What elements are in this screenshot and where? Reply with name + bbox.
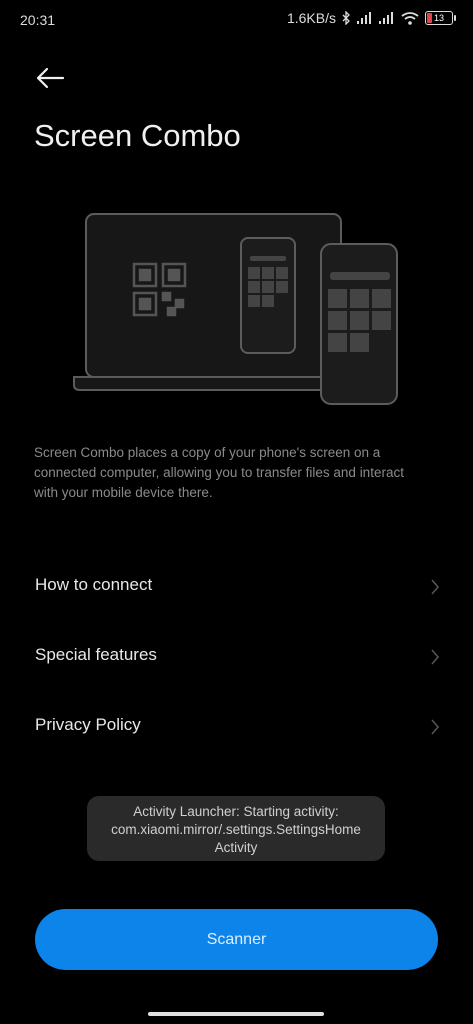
menu-item-how-to-connect[interactable]: How to connect [0,559,473,615]
back-arrow-icon [36,67,65,89]
toast-line: com.xiaomi.mirror/.settings.SettingsHome [111,822,361,837]
scanner-button[interactable]: Scanner [35,909,438,970]
phone-icon [320,243,398,405]
page-title: Screen Combo [34,118,241,153]
menu-item-privacy-policy[interactable]: Privacy Policy [0,699,473,755]
signal-icon [357,12,373,24]
wifi-icon [401,11,419,25]
signal-icon [379,12,395,24]
bluetooth-icon [342,11,351,25]
net-speed: 1.6KB/s [286,10,336,26]
home-indicator[interactable] [148,1012,324,1016]
battery-level: 13 [433,13,444,23]
toast-line: Activity Launcher: Starting activity: [133,804,339,819]
toast-line: Activity [214,840,258,855]
screen-combo-illustration [73,213,398,405]
toast-message: Activity Launcher: Starting activity: co… [87,796,385,861]
back-button[interactable] [30,60,70,96]
battery-icon: 13 [425,11,456,25]
laptop-icon [73,213,351,391]
status-bar: 20:31 1.6KB/s 13 [0,0,473,40]
chevron-right-icon [431,649,440,665]
menu-item-label: Privacy Policy [35,715,141,734]
phone-icon [240,237,296,354]
status-time: 20:31 [20,12,56,28]
menu-item-label: How to connect [35,575,153,594]
menu-item-special-features[interactable]: Special features [0,629,473,685]
chevron-right-icon [431,579,440,595]
description-text: Screen Combo places a copy of your phone… [34,445,404,500]
chevron-right-icon [431,719,440,735]
menu-item-label: Special features [35,645,157,664]
status-icons: 1.6KB/s 13 [286,10,456,26]
